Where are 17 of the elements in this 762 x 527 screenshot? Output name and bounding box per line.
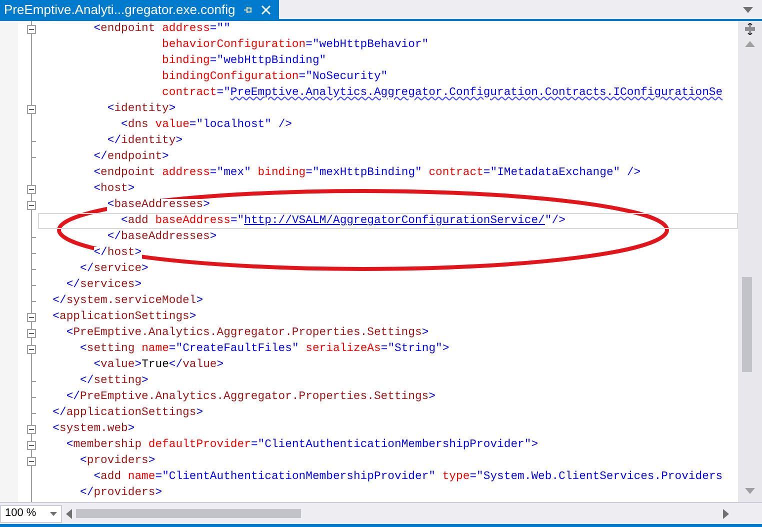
- zoom-dropdown[interactable]: 100 %: [0, 504, 62, 522]
- code-line: <host>: [92, 182, 136, 197]
- code-line: bindingConfiguration="NoSecurity": [161, 70, 389, 85]
- tab-title: PreEmptive.Analyti...gregator.exe.config: [4, 0, 236, 19]
- code-line: <baseAddresses>: [106, 198, 211, 213]
- code-line: </host>: [92, 246, 143, 261]
- file-tab[interactable]: PreEmptive.Analyti...gregator.exe.config: [0, 0, 280, 19]
- code-line: <setting name="CreateFaultFiles" serializeAs="String">: [79, 342, 450, 357]
- code-line: <endpoint address="": [92, 22, 232, 37]
- code-line: behaviorConfiguration="webHttpBehavior": [161, 38, 430, 53]
- code-line: <value>True</value>: [92, 358, 225, 373]
- code-line: <endpoint address="mex" binding="mexHttpBinding" contract="IMetadataExchange" />: [92, 166, 642, 181]
- code-line: contract="PreEmptive.Analytics.Aggregator.Configuration.Contracts.IConfigurationSe: [161, 86, 724, 101]
- code-line: <dns value="localhost" />: [120, 118, 293, 133]
- url-link[interactable]: http://VSALM/AggregatorConfigurationService/: [244, 215, 545, 227]
- code-line: <add name="ClientAuthenticationMembershipProvider" type="System.Web.ClientServices.Providers: [92, 470, 724, 485]
- code-line: <membership defaultProvider="ClientAuthenticationMembershipProvider">: [65, 438, 540, 453]
